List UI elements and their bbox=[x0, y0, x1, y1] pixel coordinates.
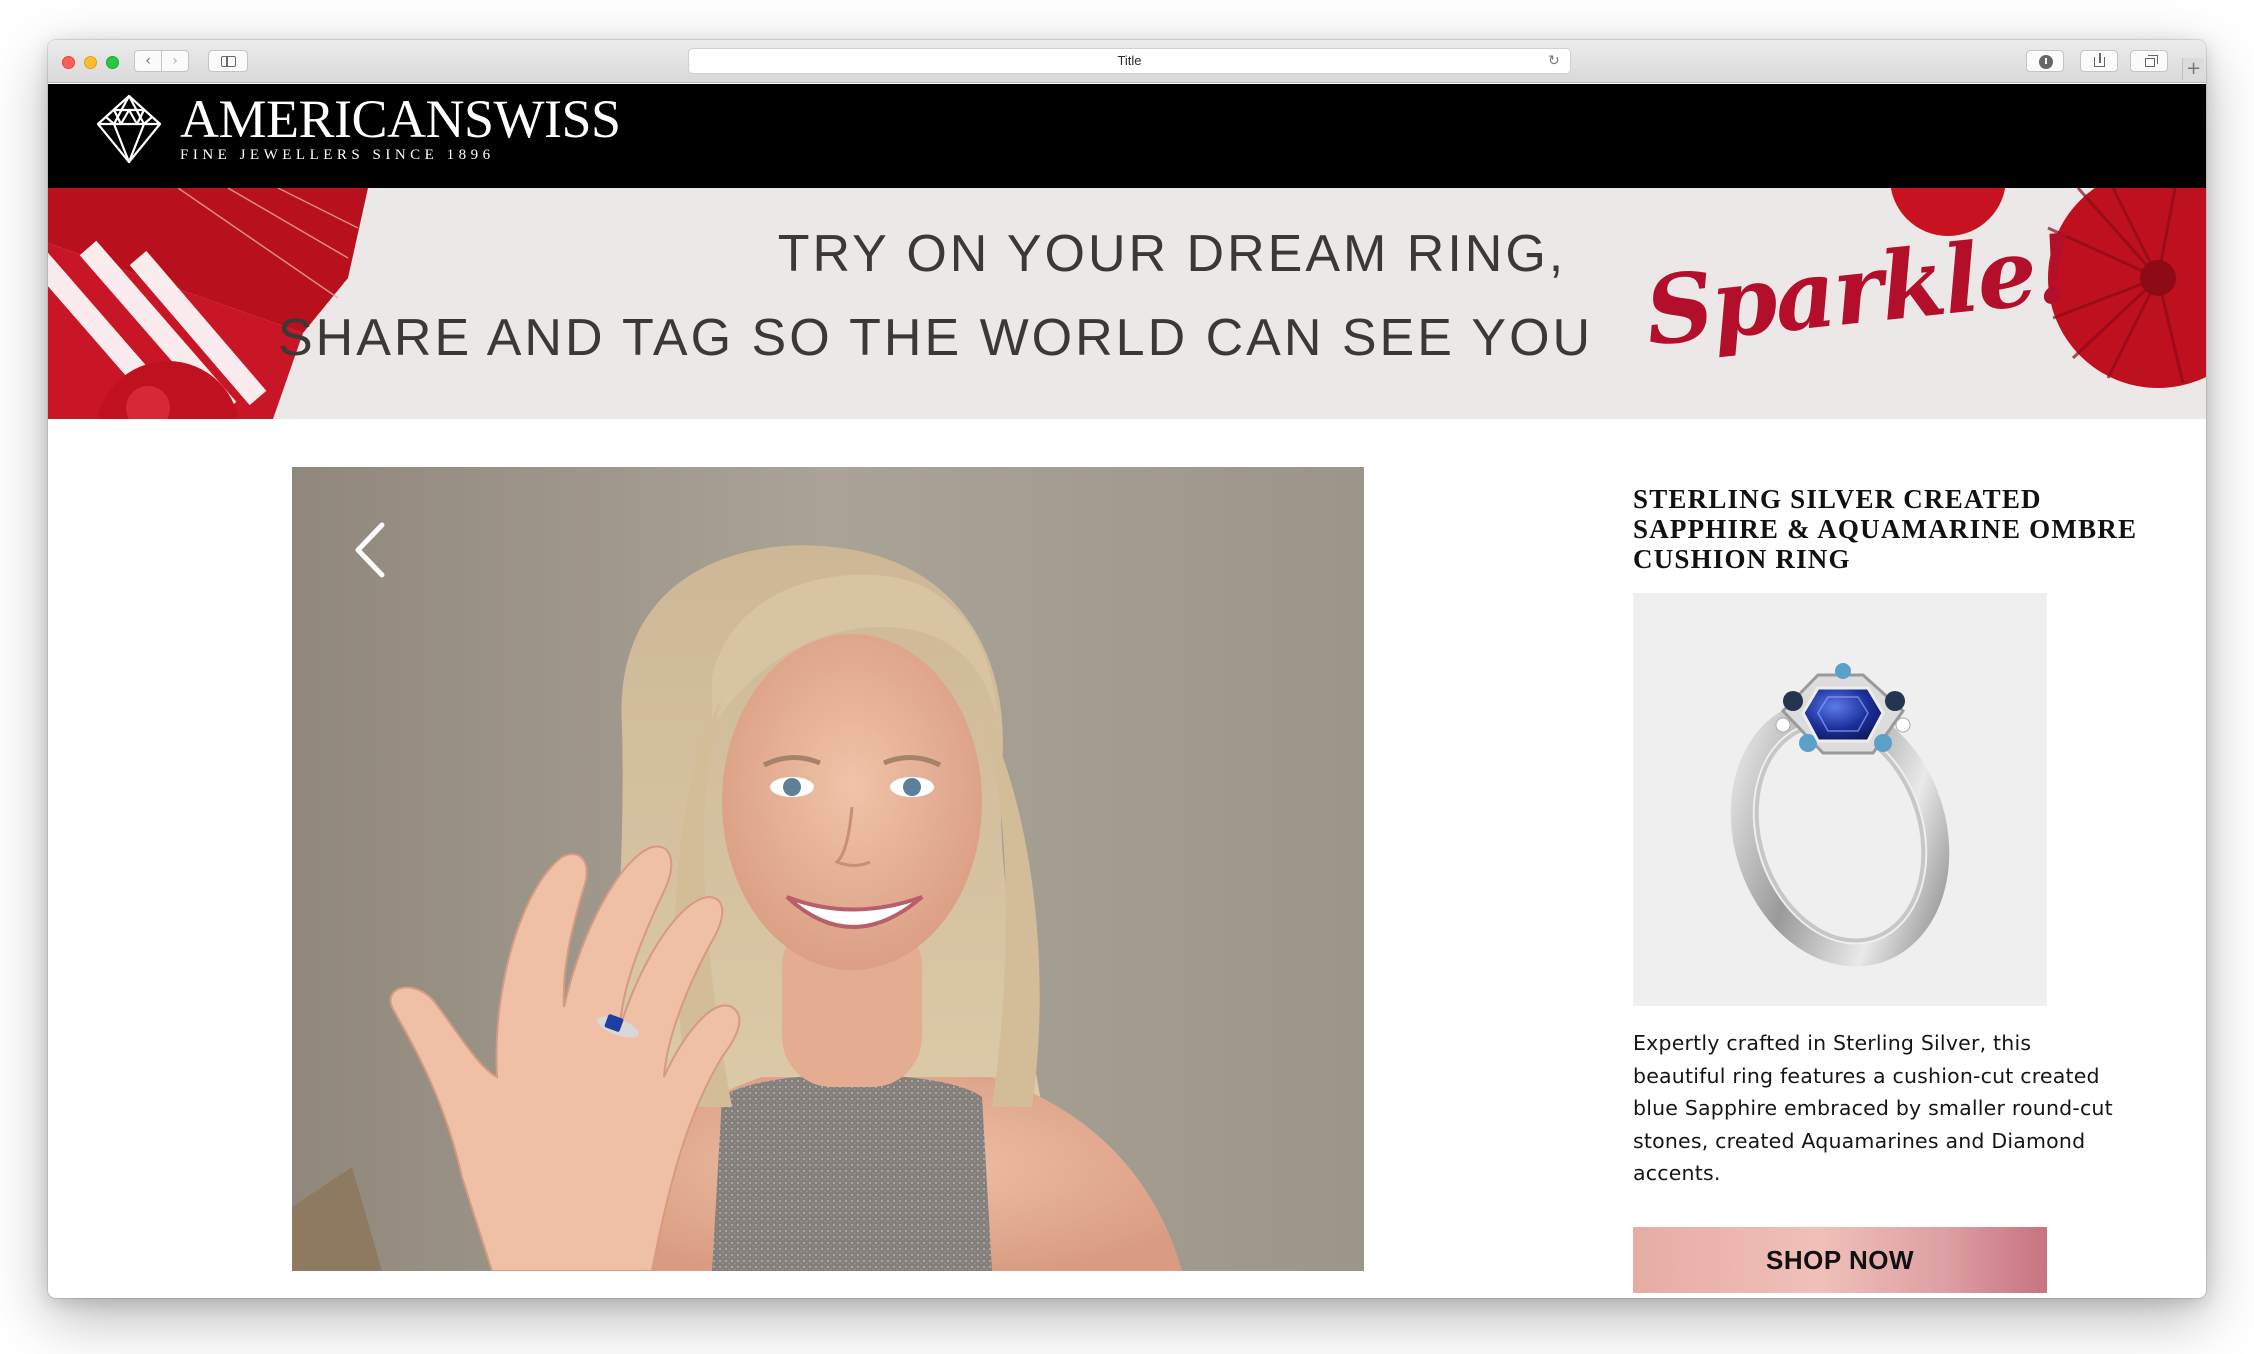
site-header: AMERICANSWISS FINE JEWELLERS SINCE 1896 bbox=[48, 84, 2206, 188]
page-title: Title bbox=[1117, 53, 1142, 68]
zoom-window-button[interactable] bbox=[106, 56, 119, 69]
address-bar[interactable]: Title ↻ bbox=[688, 48, 1571, 74]
product-image[interactable] bbox=[1633, 593, 2047, 1006]
sidebar-toggle-button[interactable] bbox=[208, 50, 248, 72]
browser-toolbar: ‹ › Title ↻ + bbox=[48, 40, 2206, 83]
model-wearing-ring-image bbox=[292, 467, 1364, 1271]
chevron-left-icon: ‹ bbox=[145, 53, 151, 69]
back-button[interactable]: ‹ bbox=[134, 50, 162, 72]
new-tab-button[interactable]: + bbox=[2182, 58, 2204, 80]
forward-button[interactable]: › bbox=[161, 50, 189, 72]
banner-headline-line2: SHARE AND TAG SO THE WORLD CAN SEE YOU bbox=[278, 309, 1594, 367]
try-on-photo bbox=[292, 467, 1364, 1271]
shop-now-button[interactable]: SHOP NOW bbox=[1633, 1227, 2047, 1293]
chevron-left-icon bbox=[355, 522, 385, 578]
diamond-logo-icon[interactable] bbox=[90, 90, 168, 166]
brand-name[interactable]: AMERICANSWISS bbox=[180, 88, 621, 150]
minimize-window-button[interactable] bbox=[84, 56, 97, 69]
close-window-button[interactable] bbox=[62, 56, 75, 69]
share-button[interactable] bbox=[2080, 50, 2118, 72]
promo-banner: TRY ON YOUR DREAM RING, SHARE AND TAG SO… bbox=[48, 188, 2206, 419]
ring-product-image bbox=[1633, 593, 2047, 1006]
downloads-button[interactable] bbox=[2026, 50, 2064, 72]
show-tabs-button[interactable] bbox=[2130, 50, 2168, 72]
download-icon bbox=[2039, 55, 2053, 69]
main-content: STERLING SILVER CREATED SAPPHIRE & AQUAM… bbox=[48, 419, 2206, 1298]
previous-slide-button[interactable] bbox=[348, 519, 392, 581]
sidebar-icon bbox=[221, 56, 236, 67]
product-title: STERLING SILVER CREATED SAPPHIRE & AQUAM… bbox=[1633, 484, 2138, 574]
brand-tagline: FINE JEWELLERS SINCE 1896 bbox=[180, 147, 495, 163]
browser-window: ‹ › Title ↻ + AMERICANSWISS FINE JEWELLE… bbox=[48, 40, 2206, 1298]
product-description: Expertly crafted in Sterling Silver, thi… bbox=[1633, 1031, 2113, 1185]
reload-icon[interactable]: ↻ bbox=[1548, 54, 1562, 68]
chevron-right-icon: › bbox=[172, 53, 178, 69]
